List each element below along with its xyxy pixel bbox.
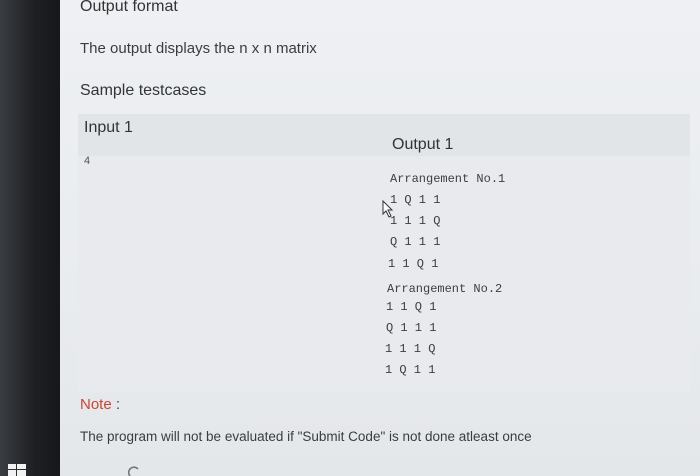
mouse-pointer-icon <box>382 200 394 218</box>
output-line: Q 1 1 1 <box>386 321 437 335</box>
note-label: Note <box>80 396 112 413</box>
note-text: The program will not be evaluated if "Su… <box>80 429 532 444</box>
sample-testcases-heading: Sample testcases <box>80 82 207 99</box>
input-value: 4 <box>84 155 91 167</box>
output-line: Arrangement No.1 <box>390 172 506 186</box>
output-line: Arrangement No.2 <box>387 282 503 296</box>
output-format-heading: Output format <box>80 0 178 15</box>
output-line: 1 1 1 Q <box>385 342 436 356</box>
output-line: 1 Q 1 1 <box>385 363 436 377</box>
input-label: Input 1 <box>84 119 133 136</box>
problem-statement-page: Output format The output displays the n … <box>60 0 700 476</box>
output-label: Output 1 <box>392 136 454 153</box>
output-line: 1 1 1 Q <box>390 214 441 228</box>
note-colon: : <box>115 396 121 413</box>
windows-start-icon[interactable] <box>8 462 26 476</box>
output-box <box>78 156 690 392</box>
output-line: 1 1 Q 1 <box>388 257 439 271</box>
output-line: Q 1 1 1 <box>390 235 441 249</box>
monitor-bezel <box>0 0 62 476</box>
output-format-description: The output displays the n x n matrix <box>80 40 317 57</box>
note-heading: Note : <box>80 396 120 413</box>
output-line: 1 1 Q 1 <box>386 300 437 314</box>
output-line: 1 Q 1 1 <box>390 193 441 207</box>
search-icon[interactable] <box>126 465 142 476</box>
